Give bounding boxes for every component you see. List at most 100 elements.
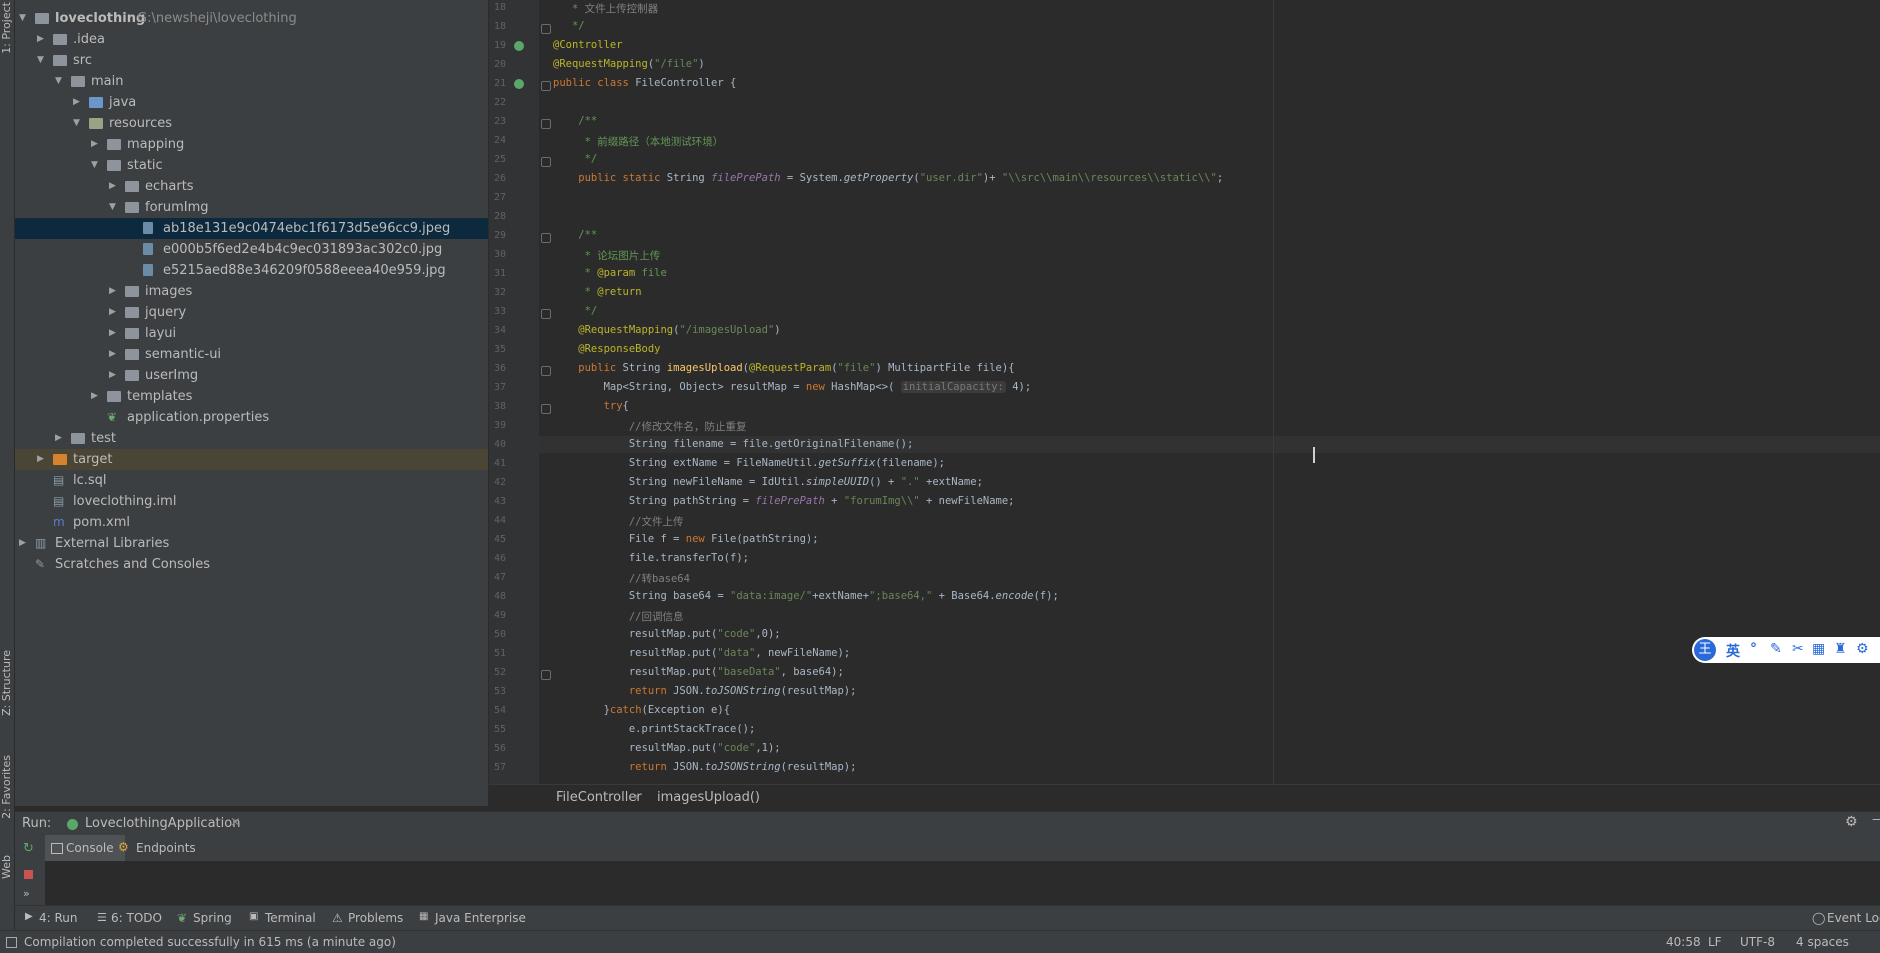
tree-item-src[interactable]: ▼ src	[15, 50, 488, 71]
expand-arrow-icon[interactable]: ▶	[91, 134, 101, 155]
fold-marker-icon[interactable]	[541, 157, 551, 167]
tree-item-ab18e131e9c0474ebc1f6173d5e96cc9-jpeg[interactable]: ab18e131e9c0474ebc1f6173d5e96cc9.jpeg	[15, 218, 488, 239]
fold-marker-icon[interactable]	[541, 366, 551, 376]
tool-tab-terminal[interactable]: Terminal	[265, 911, 316, 925]
ime-keyboard-icon[interactable]: ▦	[1812, 641, 1825, 657]
gear-icon[interactable]: ⚙	[1845, 814, 1858, 830]
tool-tab-run[interactable]: 4: Run	[39, 911, 78, 925]
tree-item-test[interactable]: ▶ test	[15, 428, 488, 449]
tree-item-static[interactable]: ▼ static	[15, 155, 488, 176]
event-log-tab[interactable]: Event Log	[1827, 911, 1880, 925]
indent-setting[interactable]: 4 spaces	[1796, 935, 1849, 949]
tree-item-target[interactable]: ▶ target	[15, 449, 488, 470]
expand-arrow-icon[interactable]: ▶	[109, 302, 119, 323]
tree-item-layui[interactable]: ▶ layui	[15, 323, 488, 344]
tree-item-templates[interactable]: ▶ templates	[15, 386, 488, 407]
stop-icon[interactable]	[24, 870, 33, 879]
collapse-arrow-icon[interactable]: ▼	[55, 71, 65, 92]
code-line: //回调信息	[553, 611, 684, 623]
tree-item-e5215aed88e346209f0588eeea40e959-jpg[interactable]: e5215aed88e346209f0588eeea40e959.jpg	[15, 260, 488, 281]
structure-tool-tab[interactable]: Z: Structure	[0, 650, 14, 716]
fold-marker-icon[interactable]	[541, 24, 551, 34]
minimize-icon[interactable]: —	[1872, 812, 1880, 827]
ime-punct-icon[interactable]: °	[1750, 641, 1757, 657]
line-number: 18	[493, 21, 506, 32]
collapse-arrow-icon[interactable]: ▼	[37, 50, 47, 71]
endpoints-tab[interactable]: Endpoints	[136, 841, 196, 855]
tree-item-semantic-ui[interactable]: ▶ semantic-ui	[15, 344, 488, 365]
breadcrumb-class[interactable]: FileController	[556, 790, 642, 805]
fold-marker-icon[interactable]	[541, 119, 551, 129]
rerun-icon[interactable]: ↻	[23, 841, 34, 856]
tree-item-application-properties[interactable]: ❦ application.properties	[15, 407, 488, 428]
tree-item-idea[interactable]: ▶ .idea	[15, 29, 488, 50]
tree-item-userimg[interactable]: ▶ userImg	[15, 365, 488, 386]
spring-bean-icon[interactable]	[514, 79, 524, 89]
tree-item-forumimg[interactable]: ▼ forumImg	[15, 197, 488, 218]
file-encoding[interactable]: UTF-8	[1740, 935, 1775, 949]
expand-arrow-icon[interactable]: ▶	[37, 29, 47, 50]
expand-arrow-icon[interactable]: ▶	[19, 533, 29, 554]
spring-bean-icon[interactable]	[514, 41, 524, 51]
console-tab[interactable]: Console	[66, 841, 114, 855]
collapse-arrow-icon[interactable]: ▼	[73, 113, 83, 134]
close-icon[interactable]: ×	[230, 815, 241, 830]
tree-item-java[interactable]: ▶ java	[15, 92, 488, 113]
collapse-arrow-icon[interactable]: ▼	[19, 8, 29, 29]
project-tool-tab[interactable]: 1: Project	[0, 2, 14, 54]
tree-item-scratches-and-consoles[interactable]: ✎ Scratches and Consoles	[15, 554, 488, 575]
fold-marker-icon[interactable]	[541, 670, 551, 680]
ime-skin-icon[interactable]: ♜	[1834, 641, 1847, 657]
tree-item-external-libraries[interactable]: ▶ ▥ External Libraries	[15, 533, 488, 554]
expand-arrow-icon[interactable]: ▶	[109, 365, 119, 386]
tree-item-echarts[interactable]: ▶ echarts	[15, 176, 488, 197]
expand-arrow-icon[interactable]: ▶	[37, 449, 47, 470]
tool-tab-spring[interactable]: Spring	[193, 911, 232, 925]
code-line: public static String filePrePath = Syste…	[553, 172, 1224, 184]
expand-arrow-icon[interactable]: ▶	[109, 281, 119, 302]
expand-arrow-icon[interactable]: ▶	[109, 176, 119, 197]
web-tool-tab[interactable]: Web	[0, 855, 14, 879]
tree-item-resources[interactable]: ▼ resources	[15, 113, 488, 134]
tree-item-main[interactable]: ▼ main	[15, 71, 488, 92]
tree-item-label: forumImg	[145, 200, 209, 215]
line-separator[interactable]: LF	[1708, 935, 1722, 949]
expand-arrow-icon[interactable]: ▶	[73, 92, 83, 113]
more-icon[interactable]: »	[23, 887, 30, 900]
code-line: return JSON.toJSONString(resultMap);	[553, 761, 857, 773]
tree-item-images[interactable]: ▶ images	[15, 281, 488, 302]
tool-tab-java-enterprise[interactable]: Java Enterprise	[435, 911, 526, 925]
code-line: try{	[553, 400, 629, 412]
breadcrumb-method[interactable]: imagesUpload()	[657, 790, 760, 805]
expand-arrow-icon[interactable]: ▶	[109, 323, 119, 344]
collapse-arrow-icon[interactable]: ▼	[109, 197, 119, 218]
expand-arrow-icon[interactable]: ▶	[91, 386, 101, 407]
tree-item-e000b5f6ed2e4b4c9ec031893ac302c0-jpg[interactable]: e000b5f6ed2e4b4c9ec031893ac302c0.jpg	[15, 239, 488, 260]
fold-marker-icon[interactable]	[541, 309, 551, 319]
status-toggle-icon[interactable]	[6, 937, 17, 948]
collapse-arrow-icon[interactable]: ▼	[91, 155, 101, 176]
tree-item-jquery[interactable]: ▶ jquery	[15, 302, 488, 323]
expand-arrow-icon[interactable]: ▶	[55, 428, 65, 449]
tree-item-loveclothing[interactable]: ▼ loveclothing G:\newsheji\loveclothing	[15, 8, 488, 29]
cursor-position[interactable]: 40:58	[1666, 935, 1701, 949]
maven-icon: m	[53, 515, 65, 529]
ime-gear-icon[interactable]: ⚙	[1856, 641, 1869, 657]
tree-item-mapping[interactable]: ▶ mapping	[15, 134, 488, 155]
run-config-tab[interactable]: LoveclothingApplication	[85, 816, 240, 831]
favorites-tool-tab[interactable]: 2: Favorites	[0, 755, 14, 819]
ime-logo[interactable]: 王	[1694, 639, 1716, 661]
tree-item-loveclothing-iml[interactable]: ▤ loveclothing.iml	[15, 491, 488, 512]
console-output[interactable]	[15, 861, 1880, 905]
fold-marker-icon[interactable]	[541, 81, 551, 91]
tree-item-lc-sql[interactable]: ▤ lc.sql	[15, 470, 488, 491]
ime-pen-icon[interactable]: ✎	[1770, 641, 1782, 657]
tool-tab-todo[interactable]: 6: TODO	[111, 911, 162, 925]
fold-marker-icon[interactable]	[541, 233, 551, 243]
ime-language[interactable]: 英	[1726, 641, 1740, 661]
fold-marker-icon[interactable]	[541, 404, 551, 414]
tool-tab-problems[interactable]: Problems	[348, 911, 403, 925]
tree-item-pom-xml[interactable]: m pom.xml	[15, 512, 488, 533]
expand-arrow-icon[interactable]: ▶	[109, 344, 119, 365]
ime-scissors-icon[interactable]: ✂	[1792, 641, 1804, 657]
